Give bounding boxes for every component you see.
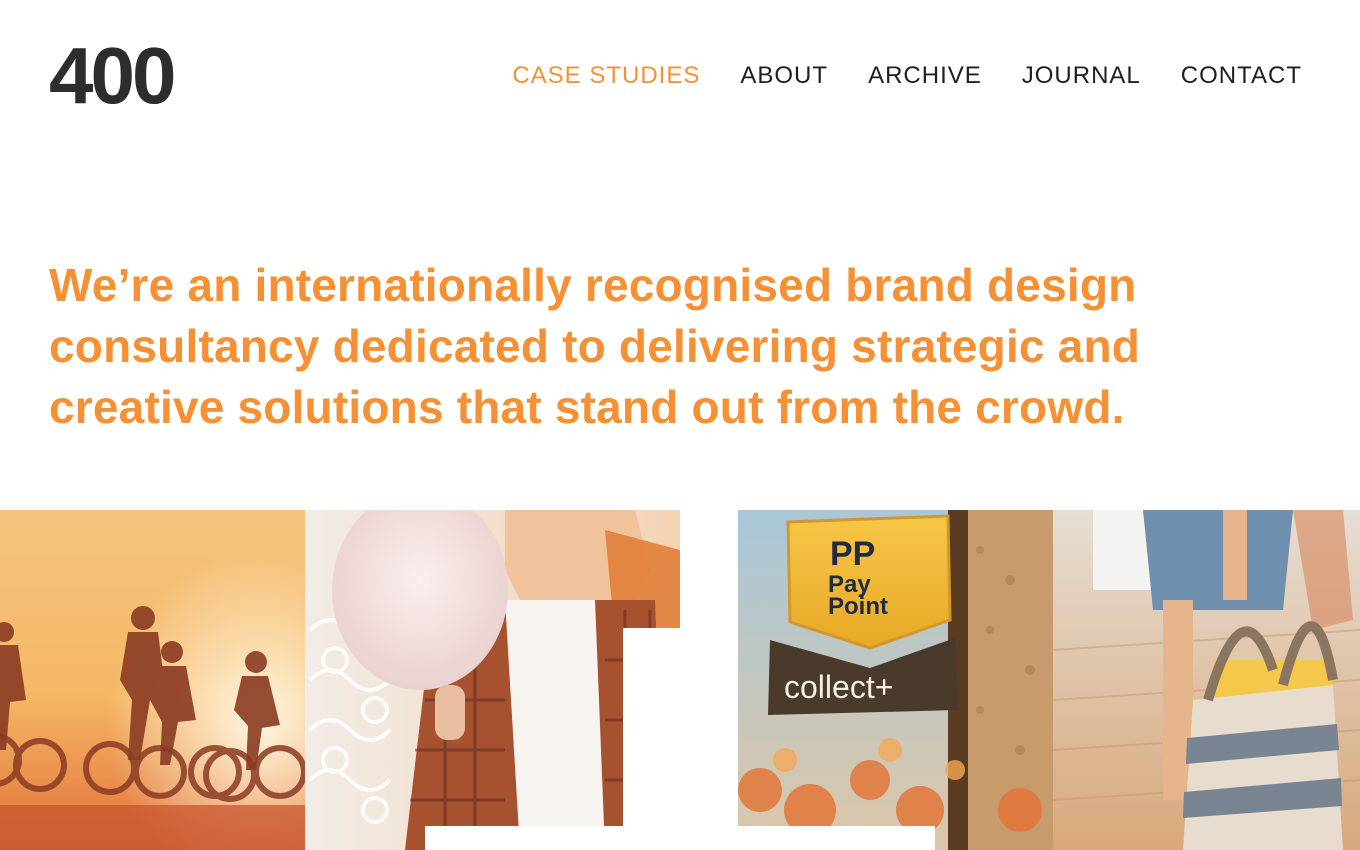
nav-case-studies[interactable]: CASE STUDIES: [512, 62, 700, 90]
cyclists-sunset-image[interactable]: [0, 510, 305, 850]
nav-about[interactable]: ABOUT: [740, 62, 828, 90]
nav-contact[interactable]: CONTACT: [1181, 62, 1302, 90]
nav-journal[interactable]: JOURNAL: [1022, 62, 1141, 90]
intro-headline: We’re an internationally recognised bran…: [49, 259, 1141, 433]
shopping-bag-image[interactable]: [1053, 510, 1360, 850]
paypoint-collect-sign-image[interactable]: PP Pay Point collect+: [680, 510, 1053, 850]
case-study-gallery: PP Pay Point collect+: [0, 510, 1360, 850]
main-nav: CASE STUDIES ABOUT ARCHIVE JOURNAL CONTA…: [512, 62, 1302, 90]
logo[interactable]: 400: [49, 36, 176, 116]
sign-sub: collect+: [784, 669, 893, 705]
sign-line2: Point: [828, 593, 888, 620]
sign-brand: PP: [830, 535, 875, 573]
candy-floss-girl-image[interactable]: [305, 510, 680, 850]
nav-archive[interactable]: ARCHIVE: [868, 62, 982, 90]
